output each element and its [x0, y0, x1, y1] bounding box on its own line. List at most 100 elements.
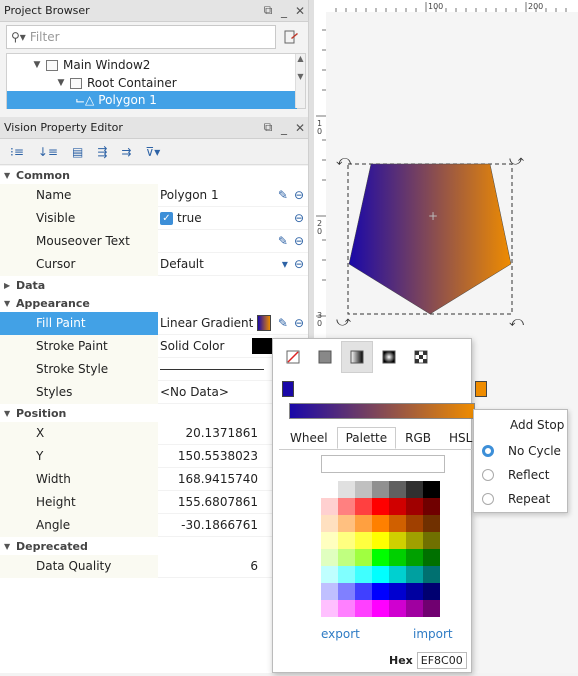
palette-swatch[interactable] [406, 600, 423, 617]
section-deprecated[interactable]: ▼ Deprecated [0, 537, 308, 555]
palette-swatch[interactable] [355, 583, 372, 600]
palette-swatch[interactable] [321, 532, 338, 549]
section-appearance[interactable]: ▼ Appearance [0, 294, 308, 312]
section-position[interactable]: ▼ Position [0, 404, 308, 422]
filter-options-button[interactable] [276, 25, 306, 49]
palette-swatch[interactable] [406, 549, 423, 566]
palette-name-field[interactable] [321, 455, 445, 473]
section-data[interactable]: ▶ Data [0, 276, 308, 294]
gradient-preview-bar[interactable] [289, 403, 475, 419]
edit-icon[interactable]: ✎ [278, 316, 288, 330]
expand-all-icon[interactable]: ⇶ [97, 145, 107, 159]
add-stop-item[interactable]: Add Stop [474, 414, 567, 436]
repeat-item[interactable]: Repeat [474, 488, 567, 510]
expand-icon[interactable]: ▼ [31, 60, 43, 70]
link-icon[interactable]: ⊖ [294, 211, 304, 225]
palette-swatch[interactable] [423, 583, 440, 600]
palette-swatch[interactable] [406, 532, 423, 549]
visible-checkbox[interactable]: ✓ [160, 211, 173, 225]
reflect-item[interactable]: Reflect [474, 464, 567, 486]
prop-row-y[interactable]: Y 150.5538023 [0, 444, 308, 468]
palette-swatch[interactable] [389, 532, 406, 549]
palette-swatch[interactable] [423, 532, 440, 549]
solid-paint-button[interactable] [309, 341, 341, 373]
tree-item-root-container[interactable]: ▼ Root Container [55, 74, 177, 92]
palette-swatch[interactable] [423, 481, 440, 498]
palette-swatch[interactable] [372, 515, 389, 532]
palette-swatch[interactable] [389, 515, 406, 532]
palette-swatch[interactable] [355, 600, 372, 617]
prop-row-mouseover[interactable]: Mouseover Text ✎ ⊖ [0, 229, 308, 253]
palette-swatch[interactable] [389, 481, 406, 498]
export-link[interactable]: export [321, 627, 360, 641]
palette-swatch[interactable] [423, 549, 440, 566]
minimize-icon[interactable]: _ [276, 121, 292, 135]
close-icon[interactable]: ✕ [292, 121, 308, 135]
palette-swatch[interactable] [355, 532, 372, 549]
no-cycle-item[interactable]: No Cycle [474, 440, 567, 462]
prop-row-styles[interactable]: Styles <No Data> [0, 380, 308, 404]
tab-rgb[interactable]: RGB [396, 427, 440, 449]
link-icon[interactable]: ⊖ [294, 188, 304, 202]
palette-swatch[interactable] [338, 583, 355, 600]
prop-row-cursor[interactable]: Cursor Default ▾ ⊖ [0, 252, 308, 276]
palette-swatch[interactable] [338, 498, 355, 515]
palette-swatch[interactable] [406, 583, 423, 600]
import-link[interactable]: import [413, 627, 453, 641]
edit-icon[interactable]: ✎ [278, 188, 288, 202]
filter-input[interactable]: ⚲▾ Filter [6, 25, 276, 49]
gradient-stop-end[interactable] [475, 381, 487, 397]
prop-row-width[interactable]: Width 168.9415740 [0, 467, 308, 491]
prop-row-visible[interactable]: Visible ✓ true ⊖ [0, 206, 308, 230]
rotate-handle-icon[interactable]: ⤺ [336, 153, 351, 169]
link-icon[interactable]: ⊖ [294, 257, 304, 271]
edit-icon[interactable]: ✎ [278, 234, 288, 248]
palette-swatch[interactable] [355, 481, 372, 498]
palette-swatch[interactable] [372, 498, 389, 515]
section-common[interactable]: ▼ Common [0, 166, 308, 184]
prop-row-angle[interactable]: Angle -30.1866761 [0, 513, 308, 537]
close-icon[interactable]: ✕ [292, 4, 308, 18]
palette-swatch[interactable] [406, 498, 423, 515]
rotate-handle-icon[interactable]: ⤺ [509, 314, 524, 330]
linear-gradient-button[interactable] [341, 341, 373, 373]
table-icon[interactable]: ▤ [72, 145, 83, 159]
hex-input[interactable]: EF8C00 [416, 652, 467, 669]
palette-swatch[interactable] [389, 600, 406, 617]
palette-swatch[interactable] [321, 566, 338, 583]
gradient-swatch[interactable] [257, 315, 272, 331]
prop-row-data-quality[interactable]: Data Quality 6 [0, 554, 308, 578]
prop-row-fill-paint[interactable]: Fill Paint Linear Gradient ✎ ⊖ [0, 311, 308, 335]
prop-row-x[interactable]: X 20.1371861 [0, 421, 308, 445]
palette-swatch[interactable] [372, 532, 389, 549]
palette-swatch[interactable] [406, 481, 423, 498]
link-icon[interactable]: ⊖ [294, 316, 304, 330]
gradient-stop-start[interactable] [282, 381, 294, 397]
sort-alpha-icon[interactable]: ↓≡ [38, 145, 58, 159]
palette-swatch[interactable] [321, 515, 338, 532]
expand-icon[interactable]: ▼ [55, 78, 67, 88]
link-icon[interactable]: ⊖ [294, 234, 304, 248]
palette-swatch[interactable] [372, 481, 389, 498]
palette-swatch[interactable] [338, 549, 355, 566]
palette-swatch[interactable] [321, 583, 338, 600]
minimize-icon[interactable]: _ [276, 4, 292, 18]
palette-swatch[interactable] [338, 481, 355, 498]
palette-swatch[interactable] [389, 583, 406, 600]
collapse-all-icon[interactable]: ⇉ [121, 145, 131, 159]
palette-swatch[interactable] [406, 515, 423, 532]
rotate-handle-icon[interactable]: ⤻ [336, 314, 351, 330]
palette-swatch[interactable] [338, 566, 355, 583]
palette-swatch[interactable] [338, 515, 355, 532]
tree-scrollbar[interactable]: ▲ ▼ [295, 54, 305, 108]
prop-row-name[interactable]: Name Polygon 1 ✎ ⊖ [0, 183, 308, 207]
palette-swatch[interactable] [355, 498, 372, 515]
tree-item-polygon[interactable]: ⌙△ Polygon 1 [7, 91, 297, 109]
palette-swatch[interactable] [372, 583, 389, 600]
palette-swatch[interactable] [321, 600, 338, 617]
prop-row-height[interactable]: Height 155.6807861 [0, 490, 308, 514]
float-icon[interactable]: ⧉ [260, 3, 276, 18]
palette-swatch[interactable] [321, 549, 338, 566]
sort-categorized-icon[interactable]: ⁝≡ [10, 145, 24, 159]
dropdown-icon[interactable]: ▾ [282, 257, 288, 271]
